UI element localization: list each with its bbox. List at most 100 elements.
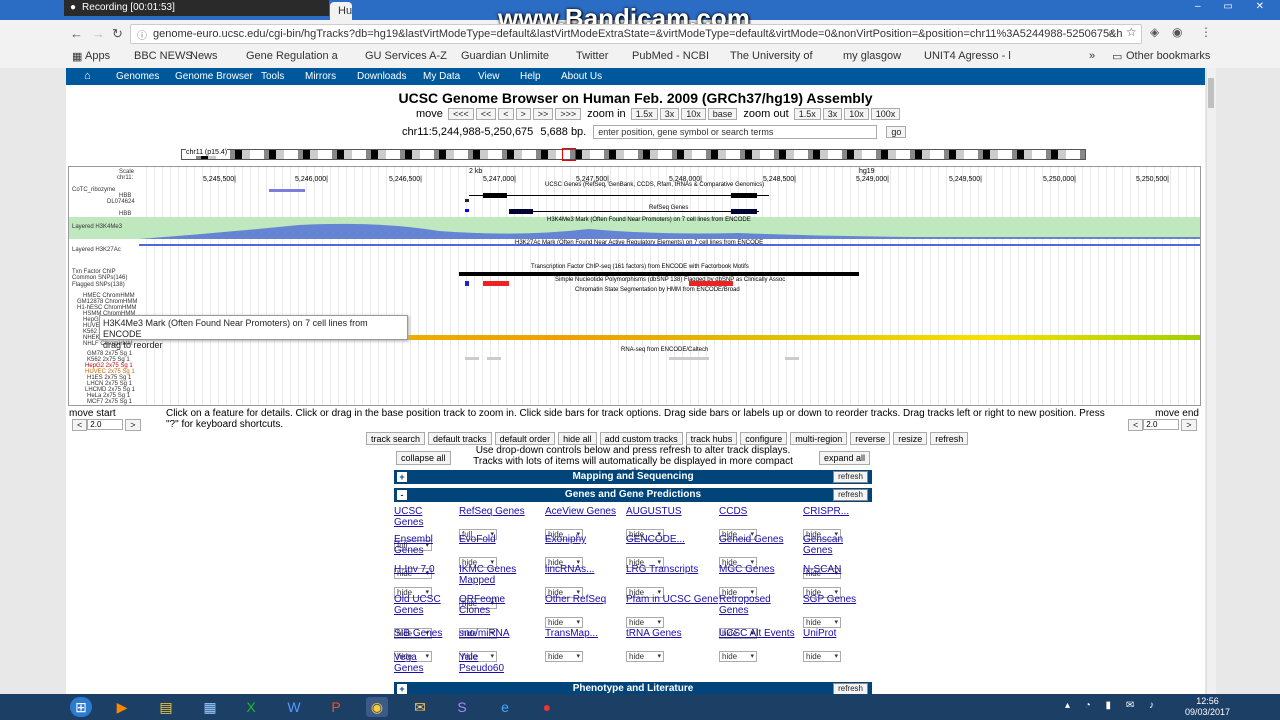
refseq-line[interactable]: [509, 211, 759, 212]
track-link[interactable]: CRISPR...: [803, 506, 885, 517]
group-header-mapping[interactable]: + Mapping and Sequencing refresh: [394, 470, 872, 484]
bandicam-icon[interactable]: ●: [536, 697, 558, 717]
page-scrollbar[interactable]: [1206, 68, 1216, 694]
track-label[interactable]: Flagged SNPs(138): [72, 282, 125, 288]
track-link[interactable]: CCDS: [719, 506, 801, 517]
scrollbar-thumb[interactable]: [1208, 78, 1214, 108]
search-input[interactable]: enter position, gene symbol or search te…: [593, 125, 878, 139]
nav-downloads[interactable]: Downloads: [357, 71, 406, 82]
bookmarks-overflow[interactable]: »: [1089, 50, 1095, 62]
track-link[interactable]: LRG Transcripts: [626, 564, 708, 575]
track-link[interactable]: AUGUSTUS: [626, 506, 708, 517]
nav-my-data[interactable]: My Data: [423, 71, 460, 82]
zoom-in-button[interactable]: base: [707, 108, 738, 121]
track-link[interactable]: sno/miRNA: [459, 628, 541, 639]
bookmark-item[interactable]: PubMed - NCBI: [632, 50, 709, 62]
chrome-icon[interactable]: ◉: [366, 697, 388, 717]
collapse-icon[interactable]: -: [397, 490, 407, 500]
track-label[interactable]: HBB: [119, 211, 131, 217]
gene-exon[interactable]: [731, 193, 757, 198]
outlook-icon[interactable]: ✉: [409, 697, 431, 717]
move-button[interactable]: >>>: [555, 108, 582, 121]
track-link[interactable]: TransMap...: [545, 628, 627, 639]
track-link[interactable]: Yale Pseudo60: [459, 652, 523, 674]
clock[interactable]: 12:56 09/03/2017: [1185, 696, 1230, 718]
reload-icon[interactable]: ↻: [112, 26, 123, 42]
move-end-input[interactable]: [1143, 419, 1180, 431]
expand-all-button[interactable]: expand all: [818, 451, 870, 465]
gene-feature[interactable]: [465, 209, 469, 212]
nav-genome-browser[interactable]: Genome Browser: [175, 71, 253, 82]
track-label[interactable]: Common SNPs(146): [72, 275, 127, 281]
track-link[interactable]: Vega Genes: [394, 652, 446, 674]
default-tracks-button[interactable]: default tracks: [428, 432, 492, 445]
bookmark-item[interactable]: The University of: [730, 50, 813, 62]
bookmark-item[interactable]: News: [190, 50, 218, 62]
track-link[interactable]: Geneid Genes: [719, 534, 801, 545]
bookmark-item[interactable]: Guardian Unlimite: [461, 50, 549, 62]
search-icon[interactable]: ⌕: [1108, 25, 1115, 40]
track-hubs-button[interactable]: track hubs: [685, 432, 738, 445]
move-right-button[interactable]: >: [1181, 419, 1197, 431]
ie-icon[interactable]: e: [494, 697, 516, 717]
move-left-button[interactable]: <: [1128, 419, 1144, 431]
back-icon[interactable]: ←: [70, 26, 83, 41]
move-right-button[interactable]: >: [125, 419, 141, 431]
cotc-feature[interactable]: [269, 189, 305, 192]
bookmark-item[interactable]: GU Services A-Z: [365, 50, 447, 62]
snp-feature[interactable]: [465, 281, 469, 286]
default-order-button[interactable]: default order: [494, 432, 556, 445]
nav-mirrors[interactable]: Mirrors: [305, 71, 336, 82]
visibility-select[interactable]: hide: [626, 651, 664, 662]
extension-icon[interactable]: ◈: [1150, 25, 1159, 39]
track-label[interactable]: DL074624: [107, 199, 135, 205]
visibility-select[interactable]: hide: [719, 651, 757, 662]
nav-about-us[interactable]: About Us: [561, 71, 602, 82]
group-refresh-button[interactable]: refresh: [833, 489, 868, 501]
track-link[interactable]: AceView Genes: [545, 506, 627, 517]
group-refresh-button[interactable]: refresh: [833, 683, 868, 694]
zoom-out-button[interactable]: 3x: [822, 108, 843, 121]
nav-view[interactable]: View: [478, 71, 500, 82]
move-button[interactable]: <: [498, 108, 514, 121]
track-link[interactable]: GENCODE...: [626, 534, 708, 545]
nav-genomes[interactable]: Genomes: [116, 71, 159, 82]
resize-button[interactable]: resize: [893, 432, 928, 445]
system-tray[interactable]: ▴ ◔ ▮ ✉ ♪: [1065, 700, 1160, 711]
zoom-out-button[interactable]: 100x: [870, 108, 901, 121]
track-link[interactable]: Other RefSeq: [545, 594, 627, 605]
group-header-phenotype[interactable]: + Phenotype and Literature refresh: [394, 682, 872, 694]
refresh-button[interactable]: refresh: [930, 432, 969, 445]
move-button[interactable]: >: [515, 108, 531, 121]
tfbs-cluster[interactable]: [459, 272, 859, 276]
bookmark-item[interactable]: Other bookmarks: [1126, 50, 1210, 62]
expand-icon[interactable]: +: [397, 684, 407, 694]
zoom-in-button[interactable]: 1.5x: [630, 108, 658, 121]
track-link[interactable]: UniProt: [803, 628, 885, 639]
nav-help[interactable]: Help: [520, 71, 541, 82]
rnaseq-feature[interactable]: [785, 357, 799, 360]
info-icon[interactable]: ⓘ: [137, 27, 147, 42]
track-link[interactable]: EvoFold: [459, 534, 541, 545]
rnaseq-feature[interactable]: [465, 357, 479, 360]
powerpoint-icon[interactable]: P: [325, 697, 347, 717]
track-link[interactable]: Genscan Genes: [803, 534, 853, 556]
go-button[interactable]: go: [886, 126, 907, 138]
media-player-icon[interactable]: ▶: [111, 697, 133, 717]
zoom-in-button[interactable]: 3x: [659, 108, 680, 121]
track-link[interactable]: N-SCAN: [803, 564, 885, 575]
track-search-button[interactable]: track search: [366, 432, 426, 445]
track-link[interactable]: Pfam in UCSC Gene: [626, 594, 718, 605]
forward-icon[interactable]: →: [92, 26, 105, 41]
configure-button[interactable]: configure: [740, 432, 788, 445]
chromosome-ideogram[interactable]: [181, 149, 1086, 160]
rnaseq-feature[interactable]: [487, 357, 501, 360]
track-link[interactable]: RefSeq Genes: [459, 506, 541, 517]
move-button[interactable]: >>: [532, 108, 554, 121]
track-link[interactable]: Old UCSC Genes: [394, 594, 446, 616]
add-custom-tracks-button[interactable]: add custom tracks: [599, 432, 683, 445]
gene-feature[interactable]: [465, 199, 469, 202]
move-start-input[interactable]: [87, 419, 124, 431]
track-link[interactable]: UCSC Genes: [394, 506, 446, 528]
track-link[interactable]: UCSC Alt Events: [719, 628, 801, 639]
